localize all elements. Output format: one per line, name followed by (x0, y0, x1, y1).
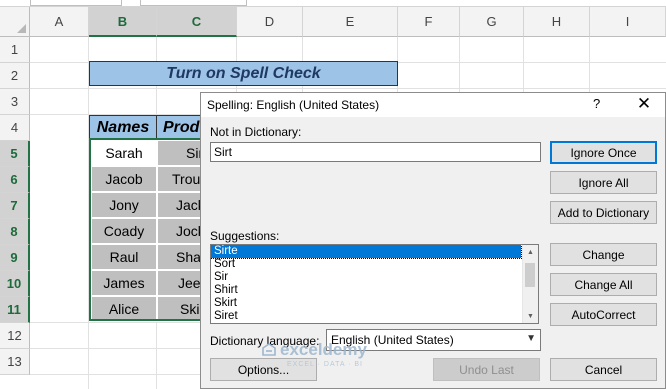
gridline (88, 37, 89, 389)
suggestions-scrollbar[interactable]: ▲ ▼ (522, 245, 538, 323)
row-header-5[interactable]: 5 (0, 141, 30, 167)
row-header-2[interactable]: 2 (0, 63, 30, 89)
row-header-7[interactable]: 7 (0, 193, 30, 219)
scroll-up-icon[interactable]: ▲ (523, 245, 538, 259)
row-header-11[interactable]: 11 (0, 297, 30, 323)
formula-input[interactable] (140, 0, 247, 6)
scroll-down-icon[interactable]: ▼ (523, 309, 538, 323)
ignore-all-button[interactable]: Ignore All (550, 171, 657, 194)
change-all-button[interactable]: Change All (550, 273, 657, 296)
suggestion-item[interactable]: Siret (211, 310, 521, 323)
scroll-thumb[interactable] (525, 263, 535, 287)
column-header-d[interactable]: D (237, 7, 303, 37)
dialog-titlebar[interactable]: Spelling: English (United States) ? ✕ (201, 93, 665, 117)
name-cell[interactable]: Sarah (91, 140, 157, 166)
table-header-names[interactable]: Names (89, 115, 157, 140)
select-all-corner[interactable] (0, 7, 30, 37)
row-header-1[interactable]: 1 (0, 37, 30, 63)
change-button[interactable]: Change (550, 243, 657, 266)
suggestion-item[interactable]: Sort (211, 258, 521, 271)
name-cell[interactable]: Jony (91, 192, 157, 218)
cancel-button[interactable]: Cancel (550, 358, 657, 381)
watermark-tagline: EXCEL · DATA · BI (287, 361, 363, 368)
row-header-6[interactable]: 6 (0, 167, 30, 193)
close-icon[interactable]: ✕ (633, 93, 655, 115)
help-icon[interactable]: ? (593, 96, 600, 111)
row-header-10[interactable]: 10 (0, 271, 30, 297)
dialog-title: Spelling: English (United States) (207, 98, 380, 112)
column-header-f[interactable]: F (398, 7, 460, 37)
name-cell[interactable]: Raul (91, 244, 157, 270)
suggestion-item[interactable]: Sirte (211, 245, 522, 259)
add-to-dictionary-button[interactable]: Add to Dictionary (550, 201, 657, 224)
column-header-c[interactable]: C (157, 7, 237, 37)
column-header-e[interactable]: E (303, 7, 398, 37)
row-header-3[interactable]: 3 (0, 89, 30, 115)
name-cell[interactable]: Coady (91, 218, 157, 244)
chevron-down-icon: ▼ (526, 333, 536, 344)
sheet-title-cell[interactable]: Turn on Spell Check (89, 61, 398, 86)
name-cell[interactable]: Alice (91, 296, 157, 322)
suggestion-item[interactable]: Shirt (211, 284, 521, 297)
formula-bar-strip (0, 0, 666, 7)
row-header-4[interactable]: 4 (0, 115, 30, 141)
exceldemy-logo-icon (262, 343, 276, 356)
row-header-12[interactable]: 12 (0, 323, 30, 349)
column-header-b[interactable]: B (89, 7, 157, 37)
row-header-9[interactable]: 9 (0, 245, 30, 271)
row-header-13[interactable]: 13 (0, 349, 30, 375)
not-in-dictionary-label: Not in Dictionary: (210, 125, 302, 139)
suggestion-item[interactable]: Skirt (211, 297, 521, 310)
suggestion-item[interactable]: Sir (211, 271, 521, 284)
column-header-h[interactable]: H (524, 7, 590, 37)
suggestions-list[interactable]: Sirte Sort Sir Shirt Skirt Siret ▲ ▼ (210, 244, 539, 324)
column-header-g[interactable]: G (460, 7, 524, 37)
autocorrect-button[interactable]: AutoCorrect (550, 303, 657, 326)
watermark-logo: exceldemy (280, 340, 367, 359)
name-box[interactable] (30, 0, 122, 6)
ignore-once-button[interactable]: Ignore Once (550, 141, 657, 164)
suggestions-label: Suggestions: (210, 229, 280, 243)
column-header-a[interactable]: A (30, 7, 89, 37)
undo-last-button: Undo Last (433, 358, 540, 381)
name-cell[interactable]: Jacob (91, 166, 157, 192)
row-header-8[interactable]: 8 (0, 219, 30, 245)
not-in-dictionary-field[interactable]: Sirt (210, 142, 541, 162)
column-header-i[interactable]: I (590, 7, 666, 37)
gridline (30, 88, 666, 89)
name-cell[interactable]: James (91, 270, 157, 296)
